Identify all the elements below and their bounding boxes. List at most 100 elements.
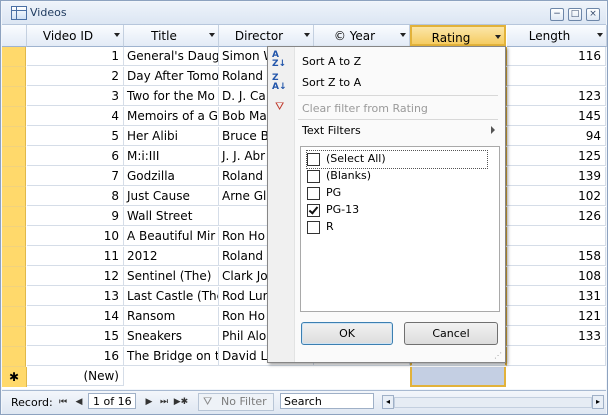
checkbox[interactable] [307, 221, 320, 234]
record-selector[interactable] [2, 87, 26, 107]
record-selector[interactable] [2, 107, 26, 127]
scroll-left-icon[interactable]: ◂ [382, 395, 394, 409]
text-filters-item[interactable]: Text Filters [302, 124, 361, 137]
horizontal-scrollbar[interactable] [394, 397, 592, 408]
cell-length[interactable]: 145 [507, 107, 606, 126]
column-header-title[interactable]: Title [124, 25, 219, 47]
column-header-rating[interactable]: Rating [410, 25, 506, 46]
chevron-down-icon[interactable] [400, 33, 406, 37]
cell-length[interactable]: 102 [507, 187, 606, 206]
cell-id[interactable]: 13 [27, 287, 124, 306]
record-position-field[interactable]: 1 of 16 [88, 393, 136, 409]
filter-status-button[interactable]: ⛛ No Filter [198, 393, 274, 411]
new-record-placeholder[interactable]: (New) [27, 367, 124, 386]
cell-title[interactable]: Day After Tomo [124, 67, 219, 86]
chevron-down-icon[interactable] [597, 33, 603, 37]
record-selector[interactable] [2, 167, 26, 187]
filter-option[interactable]: (Select All) [306, 150, 488, 169]
filter-option[interactable]: (Blanks) [307, 168, 487, 185]
cell-title[interactable]: Godzilla [124, 167, 219, 186]
cell-length[interactable] [507, 227, 606, 246]
cell-id[interactable]: 4 [27, 107, 124, 126]
column-header-year[interactable]: © Year [314, 25, 410, 47]
record-selector[interactable] [2, 127, 26, 147]
new-record-selector[interactable]: ✱ [2, 367, 27, 387]
cell-id[interactable]: 10 [27, 227, 124, 246]
sort-a-to-z-item[interactable]: Sort A to Z [302, 55, 361, 68]
cell-title[interactable]: Just Cause [124, 187, 219, 206]
cell-id[interactable]: 12 [27, 267, 124, 286]
checkbox[interactable] [307, 170, 320, 183]
cell-length[interactable]: 133 [507, 327, 606, 346]
cell-title[interactable]: Wall Street [124, 207, 219, 226]
search-input[interactable]: Search [280, 393, 374, 409]
cell-title[interactable]: A Beautiful Mir [124, 227, 219, 246]
chevron-down-icon[interactable] [304, 33, 310, 37]
ok-button[interactable]: OK [301, 322, 393, 345]
first-record-icon[interactable]: ⏮ [58, 397, 68, 407]
cell-id[interactable]: 9 [27, 207, 124, 226]
record-selector[interactable] [2, 187, 26, 207]
cell-length[interactable]: 123 [507, 87, 606, 106]
cell-title[interactable]: The Bridge on t [124, 347, 219, 366]
cell-title[interactable]: General's Daug [124, 47, 219, 66]
record-selector[interactable] [2, 287, 26, 307]
cell-title[interactable]: Sentinel (The) [124, 267, 219, 286]
clear-filter-item[interactable]: Clear filter from Rating [302, 102, 428, 115]
record-selector[interactable] [2, 227, 26, 247]
record-selector[interactable] [2, 307, 26, 327]
close-button[interactable]: × [586, 8, 600, 21]
chevron-down-icon[interactable] [114, 33, 120, 37]
cell-length[interactable] [507, 347, 606, 366]
cell-length[interactable]: 131 [507, 287, 606, 306]
cell-title[interactable]: M:i:III [124, 147, 219, 166]
cell-length[interactable] [507, 67, 606, 86]
rating-new-cell[interactable] [410, 367, 506, 387]
cell-id[interactable]: 14 [27, 307, 124, 326]
filter-value-list[interactable]: (Select All) (Blanks) PG PG-13 R [300, 146, 500, 312]
cell-id[interactable]: 5 [27, 127, 124, 146]
cell-id[interactable]: 11 [27, 247, 124, 266]
record-selector[interactable] [2, 147, 26, 167]
record-selector[interactable] [2, 67, 26, 87]
record-selector[interactable] [2, 347, 26, 367]
next-record-icon[interactable]: ▶ [144, 397, 154, 407]
chevron-down-icon[interactable] [495, 35, 501, 39]
cell-length[interactable]: 139 [507, 167, 606, 186]
cancel-button[interactable]: Cancel [404, 322, 498, 345]
cell-title[interactable]: Ransom [124, 307, 219, 326]
cell-length[interactable]: 108 [507, 267, 606, 286]
cell-length[interactable]: 116 [507, 47, 606, 66]
chevron-down-icon[interactable] [209, 33, 215, 37]
cell-title[interactable]: Memoirs of a G [124, 107, 219, 126]
previous-record-icon[interactable]: ◀ [74, 397, 84, 407]
cell-title[interactable]: Last Castle (The [124, 287, 219, 306]
cell-id[interactable]: 1 [27, 47, 124, 66]
minimize-button[interactable]: − [550, 8, 564, 21]
resize-grip-icon[interactable]: ⋰ [494, 351, 502, 360]
filter-option[interactable]: R [307, 219, 487, 236]
scroll-right-icon[interactable]: ▸ [592, 395, 604, 409]
checkbox[interactable] [307, 187, 320, 200]
new-record-icon[interactable]: ▶✱ [173, 397, 189, 407]
last-record-icon[interactable]: ⏭ [159, 397, 169, 407]
cell-length[interactable]: 121 [507, 307, 606, 326]
sort-z-to-a-item[interactable]: Sort Z to A [302, 76, 361, 89]
filter-option[interactable]: PG [307, 185, 487, 202]
column-header-director[interactable]: Director [219, 25, 314, 47]
restore-button[interactable]: □ [568, 8, 582, 21]
cell-title[interactable]: Sneakers [124, 327, 219, 346]
cell-id[interactable]: 2 [27, 67, 124, 86]
record-selector[interactable] [2, 47, 26, 67]
cell-length[interactable]: 158 [507, 247, 606, 266]
cell-id[interactable]: 8 [27, 187, 124, 206]
checkbox[interactable] [307, 153, 320, 166]
cell-id[interactable]: 3 [27, 87, 124, 106]
cell-length[interactable]: 94 [507, 127, 606, 146]
cell-id[interactable]: 15 [27, 327, 124, 346]
select-all-corner[interactable] [2, 25, 27, 47]
checkbox[interactable] [307, 204, 320, 217]
record-selector[interactable] [2, 207, 26, 227]
record-selector[interactable] [2, 267, 26, 287]
filter-option[interactable]: PG-13 [307, 202, 487, 219]
